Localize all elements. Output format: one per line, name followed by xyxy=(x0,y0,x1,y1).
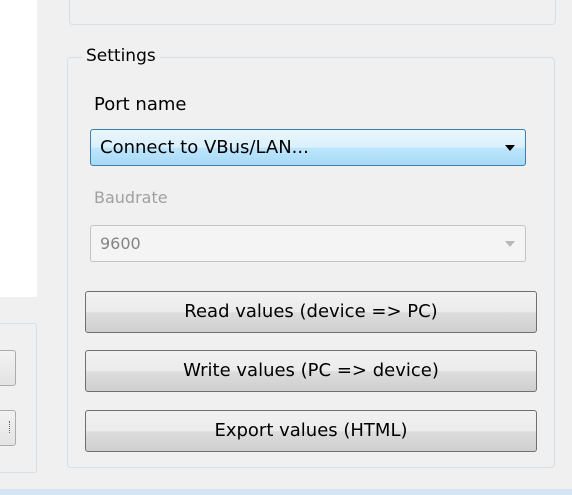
port-name-value: Connect to VBus/LAN... xyxy=(100,137,309,158)
left-button-partial-2[interactable] xyxy=(0,410,16,446)
chevron-down-icon xyxy=(505,145,515,151)
write-values-button[interactable]: Write values (PC => device) xyxy=(85,350,537,392)
settings-group-title: Settings xyxy=(82,45,160,67)
baudrate-label: Baudrate xyxy=(94,188,168,207)
left-pane xyxy=(0,0,37,297)
settings-group-box xyxy=(67,57,555,468)
left-group-box xyxy=(0,323,37,473)
read-values-button[interactable]: Read values (device => PC) xyxy=(85,291,537,333)
baudrate-value: 9600 xyxy=(100,234,141,253)
baudrate-dropdown: 9600 xyxy=(90,225,526,262)
left-button-partial-1[interactable] xyxy=(0,350,16,386)
port-name-label: Port name xyxy=(94,94,187,115)
top-group-box xyxy=(69,0,556,25)
bottom-strip xyxy=(0,489,572,495)
export-values-button[interactable]: Export values (HTML) xyxy=(85,410,537,452)
chevron-down-icon xyxy=(505,241,515,247)
port-name-dropdown[interactable]: Connect to VBus/LAN... xyxy=(90,129,526,166)
